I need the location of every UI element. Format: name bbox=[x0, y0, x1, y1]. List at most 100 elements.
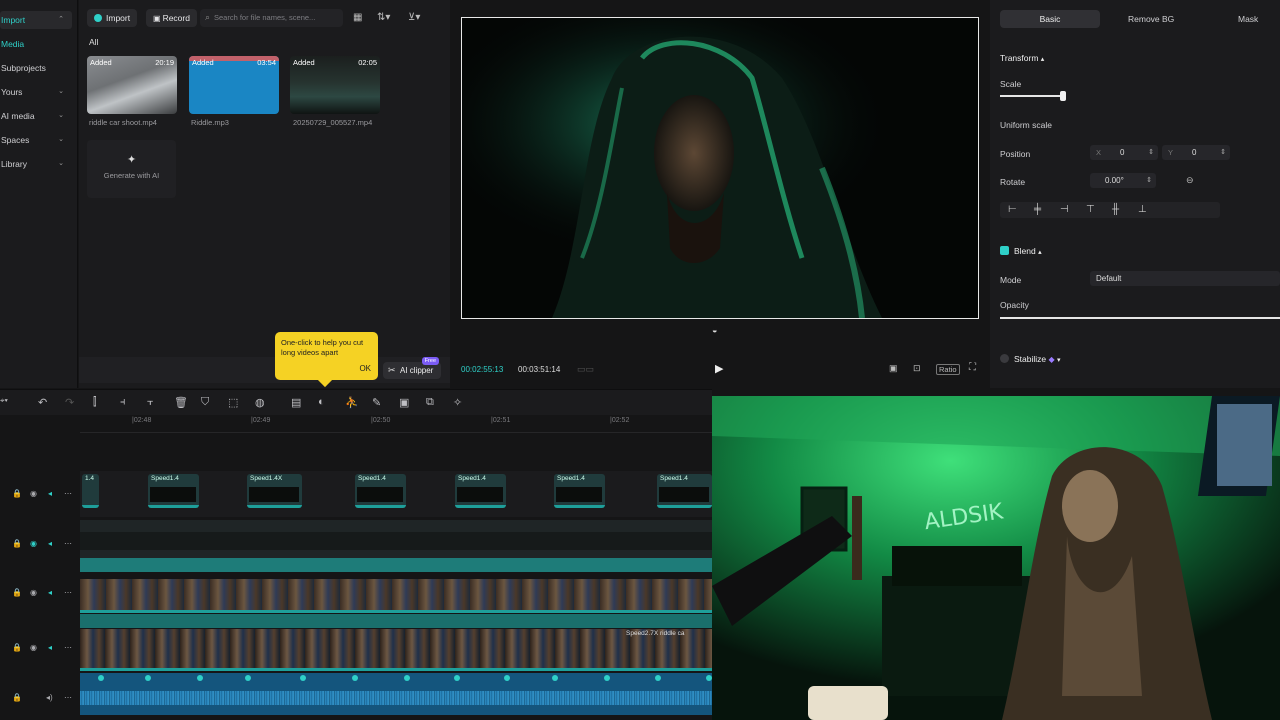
eye-icon[interactable]: ◉ bbox=[30, 539, 37, 548]
clip[interactable]: Speed1.4 bbox=[554, 474, 605, 508]
captions-icon[interactable]: ▤ bbox=[291, 396, 301, 409]
media-item-20250729[interactable]: Added 02:05 bbox=[290, 56, 380, 114]
split-right-icon[interactable]: ⫟ bbox=[147, 396, 154, 409]
play-icon[interactable]: ▶ bbox=[715, 362, 723, 375]
delete-icon[interactable]: 🗑 bbox=[174, 396, 188, 409]
more-icon[interactable]: ⋯ bbox=[64, 643, 72, 652]
stabilize-toggle[interactable] bbox=[1000, 354, 1009, 363]
audio-split-icon[interactable]: ◐ bbox=[318, 396, 325, 408]
video-preview[interactable] bbox=[461, 17, 979, 319]
scale-slider-knob[interactable] bbox=[1059, 91, 1066, 101]
time-ruler[interactable]: |02:48 |02:49 |02:50 |02:51 |02:52 bbox=[80, 415, 712, 433]
mask-icon[interactable]: ◍ bbox=[255, 396, 265, 409]
clip[interactable]: Speed1.4 bbox=[355, 474, 406, 508]
nav-item-yours[interactable]: Yours ⌄ bbox=[0, 83, 72, 101]
rotate-dial-icon[interactable]: ⊖ bbox=[1186, 175, 1194, 186]
record-button[interactable]: ▣ Record bbox=[146, 9, 197, 27]
eye-icon[interactable]: ◉ bbox=[30, 588, 37, 597]
select-tool-icon[interactable]: ⌖▾ bbox=[0, 396, 8, 406]
align-middle-icon[interactable]: ╫ bbox=[1112, 204, 1119, 215]
clip[interactable]: 1.4 bbox=[82, 474, 99, 508]
volume-icon[interactable]: ◂) bbox=[46, 693, 53, 702]
grid-view-icon[interactable]: ▦ bbox=[353, 12, 362, 23]
track-4-clip[interactable]: Speed2.7X riddle ca bbox=[80, 629, 712, 671]
redo-icon[interactable]: ↷ bbox=[65, 396, 74, 409]
mode-select[interactable]: Default bbox=[1090, 271, 1280, 286]
nav-item-library[interactable]: Library ⌄ bbox=[0, 155, 72, 173]
opacity-slider[interactable] bbox=[1000, 317, 1280, 319]
marker-icon[interactable]: ⛉ bbox=[201, 396, 209, 409]
nav-item-ai-media[interactable]: AI media ⌄ bbox=[0, 107, 72, 125]
eye-icon[interactable]: ◉ bbox=[30, 643, 37, 652]
search-input[interactable]: ⌕ Search for file names, scene... bbox=[200, 9, 343, 27]
filter-all-tab[interactable]: All bbox=[89, 37, 98, 47]
rotate-field[interactable]: 0.00° ⇕ bbox=[1090, 173, 1156, 188]
eye-icon[interactable]: ◉ bbox=[30, 489, 37, 498]
align-left-icon[interactable]: ⊢ bbox=[1008, 204, 1017, 215]
track-3-clip[interactable] bbox=[80, 579, 712, 613]
split-left-icon[interactable]: ⫞ bbox=[120, 396, 126, 409]
more-icon[interactable]: ⋯ bbox=[64, 693, 72, 702]
align-right-icon[interactable]: ⊣ bbox=[1060, 204, 1069, 215]
lock-icon[interactable]: 🔒 bbox=[12, 539, 22, 548]
sort-icon[interactable]: ⇅▾ bbox=[377, 12, 390, 23]
audio-icon[interactable]: ◂ bbox=[48, 489, 52, 498]
lock-icon[interactable]: 🔒 bbox=[12, 693, 22, 702]
more-icon[interactable]: ⋯ bbox=[64, 539, 72, 548]
freeze-icon[interactable]: ▣ bbox=[399, 396, 409, 409]
tab-remove-bg[interactable]: Remove BG bbox=[1128, 14, 1174, 24]
crop-icon[interactable]: ⊡ bbox=[913, 363, 921, 374]
tab-mask[interactable]: Mask bbox=[1238, 14, 1258, 24]
media-item-riddle-mp3[interactable]: Added 03:54 bbox=[189, 56, 279, 114]
clip-strip[interactable] bbox=[80, 532, 712, 550]
stabilize-section[interactable]: Stabilize ◆ ▾ bbox=[1014, 354, 1061, 364]
nav-item-subprojects[interactable]: Subprojects bbox=[0, 59, 72, 77]
stepper-icon[interactable]: ⇕ bbox=[1148, 145, 1154, 160]
magic-icon[interactable]: ✎ bbox=[372, 396, 381, 409]
clip[interactable]: Speed1.4 bbox=[455, 474, 506, 508]
tooltip-ok-button[interactable]: OK bbox=[359, 364, 371, 373]
position-y-field[interactable]: Y 0 ⇕ bbox=[1162, 145, 1230, 160]
nav-item-media[interactable]: Media bbox=[0, 35, 72, 53]
crop-icon[interactable]: ⬚ bbox=[228, 396, 238, 409]
filter-icon[interactable]: ⊻▾ bbox=[408, 12, 420, 23]
more-icon[interactable]: ⋯ bbox=[64, 588, 72, 597]
position-x-field[interactable]: X 0 ⇕ bbox=[1090, 145, 1158, 160]
undo-icon[interactable]: ↶ bbox=[38, 396, 47, 409]
export-frame-icon[interactable]: ⧉ bbox=[426, 396, 434, 409]
fit-icon[interactable]: ▣ bbox=[889, 363, 898, 374]
ai-clipper-button[interactable]: ✂ AI clipper Free bbox=[383, 357, 441, 379]
tab-basic[interactable]: Basic bbox=[1000, 10, 1100, 28]
align-center-h-icon[interactable]: ╪ bbox=[1034, 204, 1041, 215]
split-icon[interactable]: ⫿ bbox=[93, 396, 97, 409]
person-icon[interactable]: ⛹ bbox=[345, 396, 359, 409]
stepper-icon[interactable]: ⇕ bbox=[1220, 145, 1226, 160]
transform-section[interactable]: Transform ▴ bbox=[1000, 53, 1044, 63]
ratio-button[interactable]: Ratio bbox=[936, 364, 960, 375]
stepper-icon[interactable]: ⇕ bbox=[1146, 173, 1152, 188]
timeline-view-icon[interactable]: ▭▭ bbox=[577, 364, 594, 375]
audio-icon[interactable]: ◂ bbox=[48, 643, 52, 652]
fullscreen-icon[interactable]: ⛶ bbox=[969, 362, 976, 373]
ai-effects-icon[interactable]: ✧ bbox=[453, 396, 462, 409]
audio-icon[interactable]: ◂ bbox=[48, 539, 52, 548]
more-icon[interactable]: ⋯ bbox=[64, 489, 72, 498]
blend-checkbox[interactable] bbox=[1000, 246, 1009, 255]
audio-icon[interactable]: ◂ bbox=[48, 588, 52, 597]
nav-item-import[interactable]: Import ⌃ bbox=[0, 11, 72, 29]
scale-slider[interactable] bbox=[1000, 91, 1066, 101]
import-button[interactable]: Import bbox=[87, 9, 138, 27]
drag-handle-icon[interactable]: ◒ bbox=[712, 325, 717, 335]
clip[interactable]: Speed1.4 bbox=[148, 474, 199, 508]
clip[interactable]: Speed1.4 bbox=[657, 474, 712, 508]
lock-icon[interactable]: 🔒 bbox=[12, 643, 22, 652]
media-item-riddle-car-shoot[interactable]: Added 20:19 bbox=[87, 56, 177, 114]
lock-icon[interactable]: 🔒 bbox=[12, 588, 22, 597]
align-top-icon[interactable]: ⊤ bbox=[1086, 204, 1095, 215]
audio-track[interactable] bbox=[80, 673, 712, 715]
clip[interactable]: Speed1.4X bbox=[247, 474, 302, 508]
nav-item-spaces[interactable]: Spaces ⌄ bbox=[0, 131, 72, 149]
blend-section[interactable]: Blend ▴ bbox=[1014, 246, 1042, 256]
generate-with-ai-button[interactable]: ✦ Generate with AI bbox=[87, 140, 176, 198]
align-bottom-icon[interactable]: ⊥ bbox=[1138, 204, 1147, 215]
